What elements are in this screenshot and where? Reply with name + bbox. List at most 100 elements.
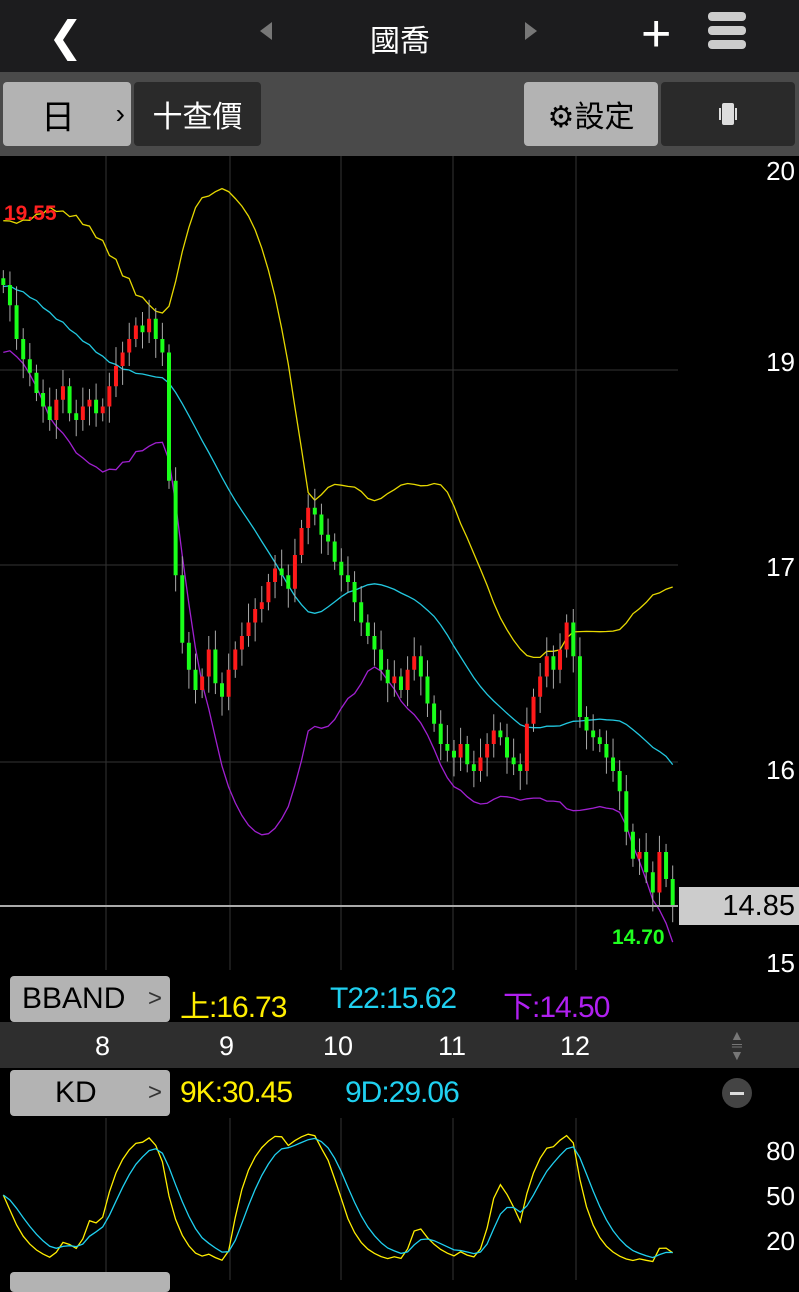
candle bbox=[451, 750, 456, 758]
resize-handle-icon[interactable]: ▲ ═ ▼ bbox=[730, 1028, 744, 1062]
bband-upper-line bbox=[3, 187, 673, 659]
candle bbox=[398, 676, 403, 690]
candle bbox=[650, 872, 655, 893]
candle bbox=[544, 656, 549, 677]
top-bar: ❮ 國喬 + bbox=[0, 0, 799, 72]
rotate-icon bbox=[722, 103, 734, 125]
candle bbox=[604, 744, 609, 758]
candle bbox=[571, 622, 576, 657]
candle bbox=[14, 305, 19, 339]
candle bbox=[193, 669, 198, 690]
candle bbox=[60, 386, 65, 400]
candle bbox=[27, 359, 32, 373]
y-label: 17 bbox=[766, 552, 795, 582]
prev-stock-icon[interactable] bbox=[260, 22, 272, 40]
menu-icon[interactable] bbox=[708, 12, 746, 49]
candle bbox=[491, 730, 496, 744]
date-label: 8 bbox=[95, 1031, 111, 1061]
candle bbox=[233, 649, 238, 670]
candle bbox=[147, 318, 152, 333]
chevron-right-icon: > bbox=[147, 985, 162, 1012]
low-annotation: 14.70 bbox=[612, 926, 665, 949]
candle bbox=[94, 399, 99, 414]
candle bbox=[372, 636, 377, 650]
quote-button[interactable]: 十查價 bbox=[134, 82, 261, 146]
period-button[interactable]: 日 › bbox=[3, 82, 131, 146]
candle bbox=[113, 366, 118, 387]
candle bbox=[392, 676, 397, 684]
candle bbox=[100, 406, 105, 414]
candle bbox=[538, 676, 543, 697]
remove-indicator-icon[interactable] bbox=[722, 1078, 752, 1108]
y-label: 16 bbox=[766, 755, 795, 785]
kd-chart[interactable] bbox=[0, 1118, 799, 1280]
candle bbox=[511, 757, 516, 765]
candle bbox=[34, 372, 39, 393]
candle bbox=[133, 325, 138, 339]
candle bbox=[630, 831, 635, 859]
candle bbox=[239, 636, 244, 650]
bband-mid-line bbox=[3, 285, 674, 766]
kd-tag[interactable]: KD > bbox=[10, 1070, 170, 1116]
candle bbox=[306, 507, 311, 528]
bband-mid: T22:15.62 bbox=[330, 982, 457, 1015]
candle bbox=[21, 339, 26, 360]
candle bbox=[339, 561, 344, 576]
kd-y-label: 80 bbox=[766, 1136, 795, 1166]
candle bbox=[345, 575, 350, 582]
candle bbox=[531, 696, 536, 724]
candle bbox=[405, 669, 410, 690]
candle bbox=[326, 534, 331, 542]
d-line bbox=[2, 1137, 673, 1259]
k-line bbox=[2, 1133, 674, 1263]
candle bbox=[167, 352, 171, 481]
candle bbox=[524, 723, 529, 771]
candle bbox=[518, 764, 523, 771]
date-axis: 8 9 10 11 12 ▲ ═ ▼ bbox=[0, 1022, 799, 1068]
next-indicator-tag[interactable] bbox=[10, 1272, 170, 1292]
bband-lower: 下:14.50 bbox=[503, 991, 610, 1024]
plus-icon[interactable]: + bbox=[641, 4, 671, 64]
candle bbox=[273, 568, 278, 582]
candle bbox=[107, 386, 112, 407]
candle bbox=[67, 386, 72, 414]
candle bbox=[180, 575, 185, 643]
candle bbox=[359, 602, 364, 623]
candle bbox=[259, 602, 264, 609]
kd-k: 9K:30.45 bbox=[180, 1076, 293, 1109]
candle bbox=[577, 656, 582, 717]
next-stock-icon[interactable] bbox=[525, 22, 537, 40]
candle bbox=[87, 399, 92, 407]
chevron-right-icon: > bbox=[147, 1079, 162, 1106]
candle bbox=[286, 575, 291, 589]
bband-upper: 上:16.73 bbox=[180, 991, 287, 1024]
kd-y-label: 20 bbox=[766, 1226, 795, 1256]
candle bbox=[644, 852, 649, 873]
rotate-button[interactable] bbox=[661, 82, 795, 146]
candle bbox=[47, 406, 52, 420]
candle bbox=[432, 703, 437, 724]
candle bbox=[379, 649, 384, 670]
candle bbox=[551, 656, 556, 670]
candle bbox=[412, 656, 417, 670]
candle bbox=[458, 744, 463, 758]
candle bbox=[213, 649, 218, 684]
candle bbox=[299, 528, 304, 555]
candle bbox=[120, 352, 125, 366]
candle bbox=[312, 507, 317, 515]
candle bbox=[637, 852, 642, 859]
settings-button[interactable]: ⚙設定 bbox=[524, 82, 658, 146]
candle bbox=[465, 744, 470, 765]
candle bbox=[80, 406, 85, 420]
candle bbox=[246, 622, 251, 636]
candle bbox=[584, 717, 589, 731]
candle bbox=[41, 393, 46, 407]
candle bbox=[418, 656, 423, 677]
back-icon[interactable]: ❮ bbox=[48, 12, 83, 61]
y-label: 15 bbox=[766, 948, 795, 978]
candle bbox=[664, 852, 669, 879]
candle bbox=[153, 318, 158, 339]
candle bbox=[266, 582, 271, 603]
bband-tag[interactable]: BBAND > bbox=[10, 976, 170, 1022]
candle bbox=[173, 480, 178, 576]
